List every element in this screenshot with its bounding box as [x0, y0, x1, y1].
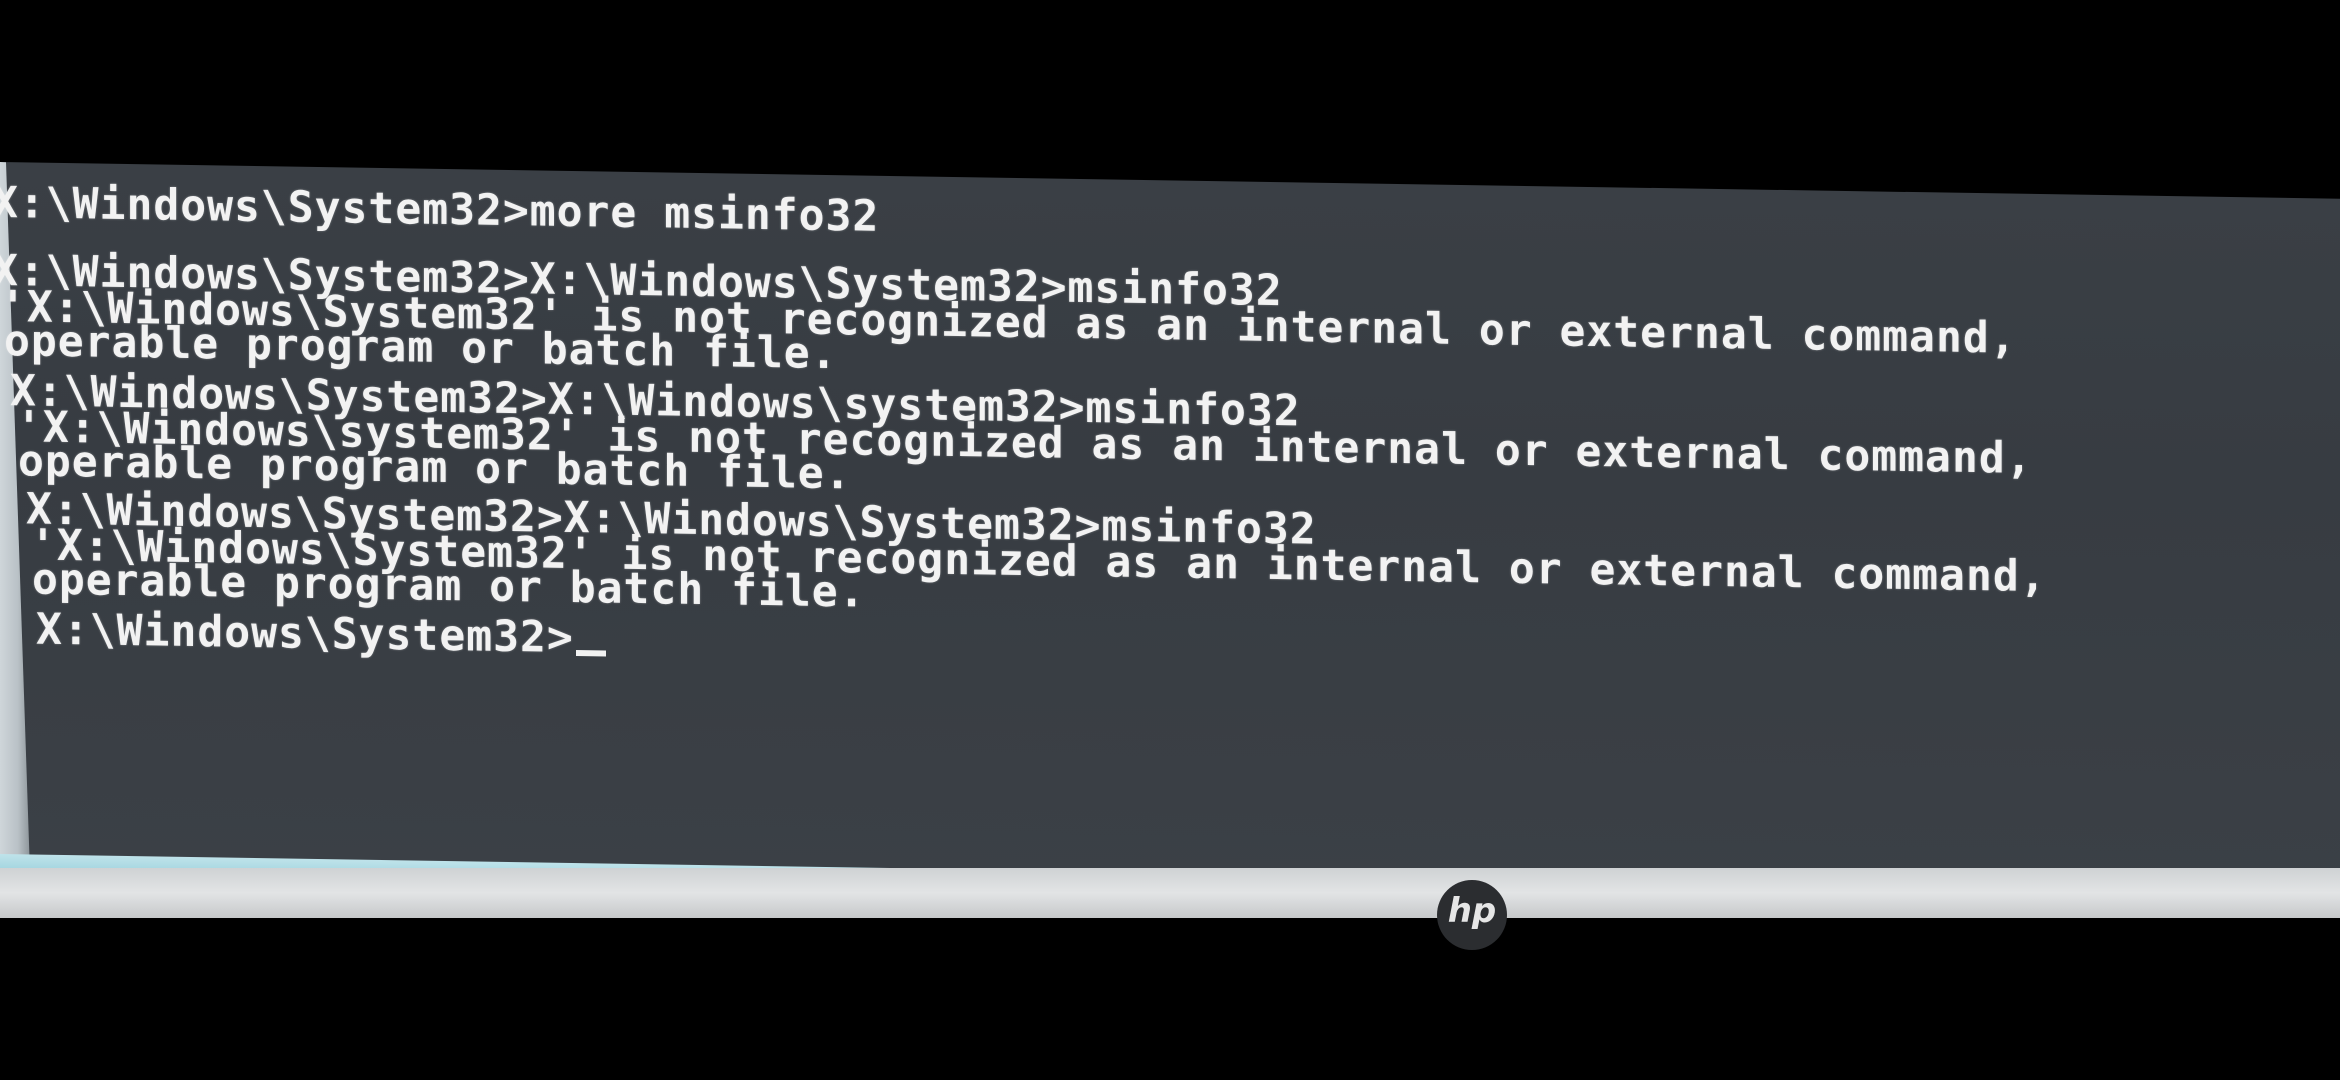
command-prompt-window[interactable]: X:\Windows\System32>more msinfo32 X:\Win… — [0, 177, 2300, 876]
photo-bottom-area — [0, 918, 2340, 1080]
console-prompt: X:\Windows\System32> — [36, 604, 574, 664]
console-line-command: X:\Windows\System32>more msinfo32 — [0, 177, 880, 242]
monitor-screen: X:\Windows\System32>more msinfo32 X:\Win… — [0, 162, 2340, 909]
monitor-bezel — [0, 868, 2340, 918]
hp-logo: hp — [1437, 880, 1507, 950]
text-cursor — [575, 650, 606, 657]
photo-frame: X:\Windows\System32>more msinfo32 X:\Win… — [0, 0, 2340, 1080]
console-prompt-line[interactable]: X:\Windows\System32> — [36, 605, 606, 663]
